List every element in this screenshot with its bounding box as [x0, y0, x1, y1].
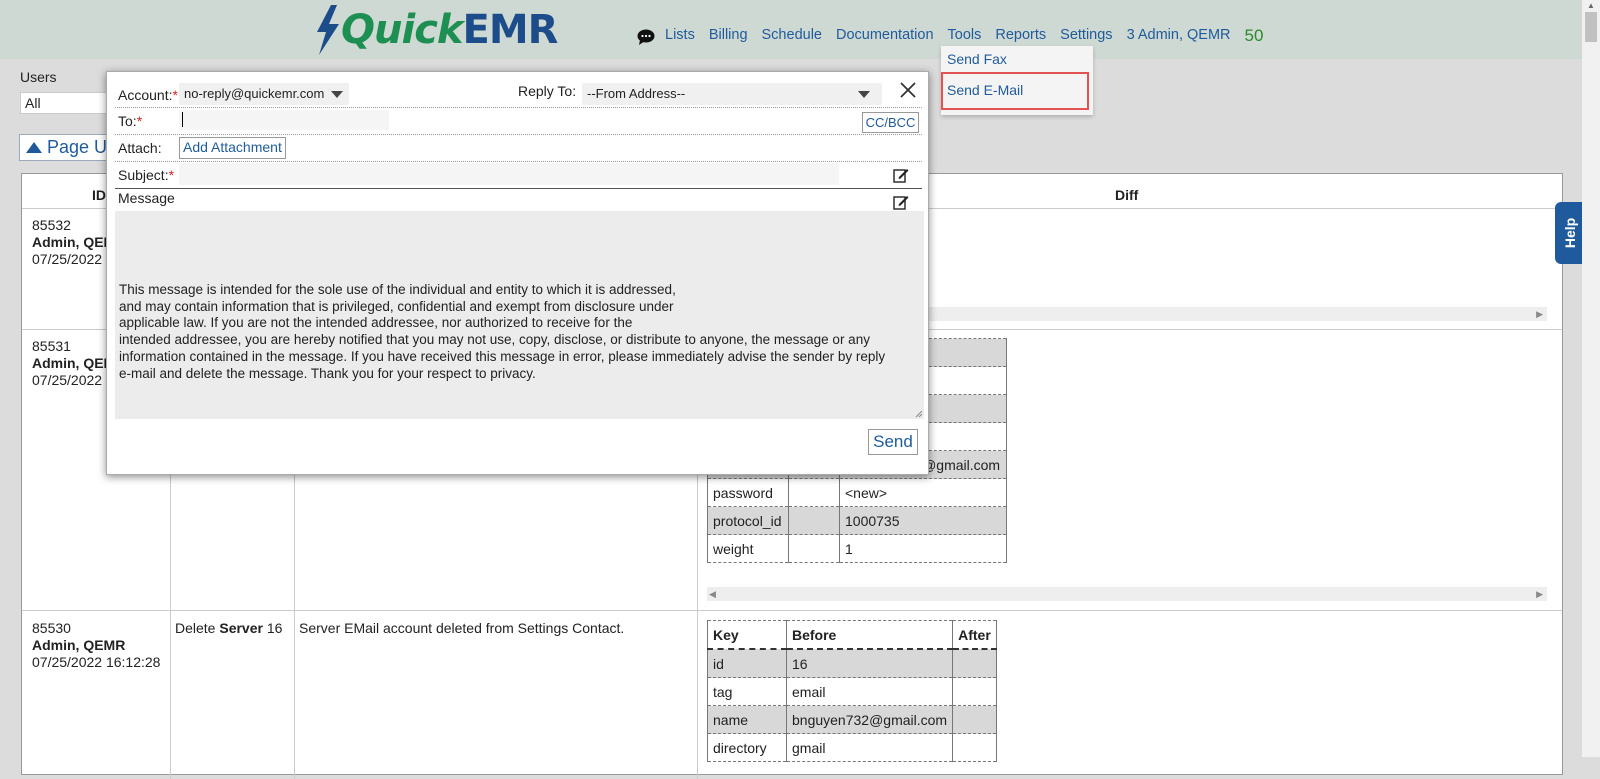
divider — [115, 134, 922, 135]
page-toggle-button[interactable]: Page U — [19, 134, 109, 161]
account-label: Account:* — [118, 87, 178, 103]
edit-icon[interactable] — [893, 194, 909, 210]
nav-documentation[interactable]: Documentation — [836, 27, 934, 43]
scroll-up-icon[interactable]: ▲ — [1587, 1, 1595, 10]
resize-handle-icon[interactable] — [915, 410, 923, 418]
attach-label: Attach: — [118, 140, 162, 156]
quickemr-logo[interactable]: Quick EMR — [313, 4, 559, 56]
nav-billing[interactable]: Billing — [709, 27, 748, 43]
diff-header-after: After — [952, 620, 997, 650]
diff-before — [788, 478, 840, 507]
close-icon[interactable] — [898, 80, 918, 100]
diff-header-key: Key — [707, 620, 787, 650]
reply-to-label: Reply To: — [518, 83, 577, 99]
edit-icon[interactable] — [893, 167, 909, 183]
diff-key: password — [707, 478, 789, 507]
chevron-down-icon — [858, 91, 870, 98]
subject-label: Subject:* — [118, 167, 175, 183]
diff-key: directory — [707, 733, 787, 762]
row-date: 07/25/2022 16:12:28 — [32, 654, 161, 670]
scroll-right-icon[interactable]: ▶ — [1536, 309, 1543, 320]
text-caret — [182, 112, 183, 127]
send-email-highlight — [941, 72, 1089, 110]
diff-after: 1000735 — [839, 506, 1007, 535]
nav-reports[interactable]: Reports — [995, 27, 1046, 43]
scroll-left-icon[interactable]: ◀ — [709, 589, 716, 600]
logo-quick-text: Quick — [341, 7, 464, 53]
cc-bcc-button[interactable]: CC/BCC — [862, 112, 919, 133]
diff-after — [952, 677, 997, 706]
diff-after — [952, 733, 997, 762]
row-date: 07/25/2022 — [32, 372, 103, 388]
diff-before: bnguyen732@gmail.com — [785, 705, 954, 734]
diff-after: 1 — [839, 534, 1007, 563]
diff-header-before: Before — [785, 620, 954, 650]
page-toggle-label: Page U — [47, 137, 108, 157]
row-id: 85530 — [32, 620, 71, 636]
diff-key: id — [707, 648, 787, 678]
scrollbar-thumb[interactable] — [1585, 12, 1597, 42]
help-label: Help — [1562, 217, 1578, 249]
users-label: Users — [20, 69, 57, 85]
users-select[interactable]: All — [20, 92, 110, 114]
diff-after — [952, 648, 997, 678]
nav-user[interactable]: 3 Admin, QEMR — [1127, 27, 1231, 43]
column-header-diff: Diff — [1115, 187, 1139, 203]
triangle-up-icon — [26, 142, 42, 153]
chat-icon[interactable] — [637, 29, 655, 45]
row-action: Delete Server 16 — [175, 620, 283, 636]
row-divider — [22, 610, 1562, 611]
notification-count[interactable]: 50 — [1245, 26, 1264, 46]
chevron-down-icon — [331, 91, 343, 98]
diff-before: 16 — [785, 648, 954, 678]
diff-key: tag — [707, 677, 787, 706]
diff-key: weight — [707, 534, 789, 563]
column-header-id: ID — [92, 187, 106, 203]
page-vertical-scrollbar[interactable]: ▲ — [1582, 0, 1600, 757]
diff-before: gmail — [785, 733, 954, 762]
nav-tools[interactable]: Tools — [948, 27, 982, 43]
diff-after — [952, 705, 997, 734]
account-value: no-reply@quickemr.com — [184, 86, 325, 101]
help-tab[interactable]: Help — [1555, 202, 1585, 264]
nav-lists[interactable]: Lists — [665, 27, 695, 43]
logo-emr-text: EMR — [462, 7, 559, 53]
diff-before — [788, 506, 840, 535]
nav-settings[interactable]: Settings — [1060, 27, 1112, 43]
message-body: This message is intended for the sole us… — [119, 281, 886, 381]
nav-schedule[interactable]: Schedule — [762, 27, 822, 43]
reply-to-select[interactable]: --From Address-- — [582, 83, 882, 105]
send-email-dialog: Account:* no-reply@quickemr.com Reply To… — [106, 71, 929, 475]
menu-item-send-fax[interactable]: Send Fax — [947, 51, 1007, 67]
row-date: 07/25/2022 — [32, 251, 103, 267]
subject-input[interactable] — [179, 163, 839, 185]
scroll-right-icon[interactable]: ▶ — [1536, 589, 1543, 600]
reply-to-value: --From Address-- — [587, 86, 686, 101]
diff-key: protocol_id — [707, 506, 789, 535]
message-label: Message — [118, 190, 175, 206]
divider — [115, 161, 922, 162]
add-attachment-button[interactable]: Add Attachment — [179, 137, 286, 159]
row-description: Server EMail account deleted from Settin… — [299, 620, 625, 636]
row-id: 85532 — [32, 217, 71, 233]
message-textarea[interactable]: This message is intended for the sole us… — [115, 211, 924, 419]
row-id: 85531 — [32, 338, 71, 354]
divider — [115, 188, 922, 189]
diff-after: <new> — [839, 478, 1007, 507]
to-input[interactable] — [179, 110, 389, 130]
to-label: To:* — [118, 113, 143, 129]
row-horizontal-scrollbar[interactable]: ◀ ▶ — [707, 587, 1547, 601]
diff-before — [788, 534, 840, 563]
app-header: Quick EMR Lists Billing Schedule Document… — [0, 0, 1582, 59]
diff-before: email — [785, 677, 954, 706]
diff-table: Key Before After id 16 tag email name bnguy… — [707, 620, 997, 762]
account-select[interactable]: no-reply@quickemr.com — [179, 83, 349, 105]
main-nav: Lists Billing Schedule Documentation Too… — [637, 24, 1263, 46]
row-user: Admin, QEMR — [32, 637, 126, 653]
diff-key: name — [707, 705, 787, 734]
divider — [115, 107, 922, 108]
send-button[interactable]: Send — [868, 429, 918, 455]
lightning-icon — [317, 5, 339, 55]
